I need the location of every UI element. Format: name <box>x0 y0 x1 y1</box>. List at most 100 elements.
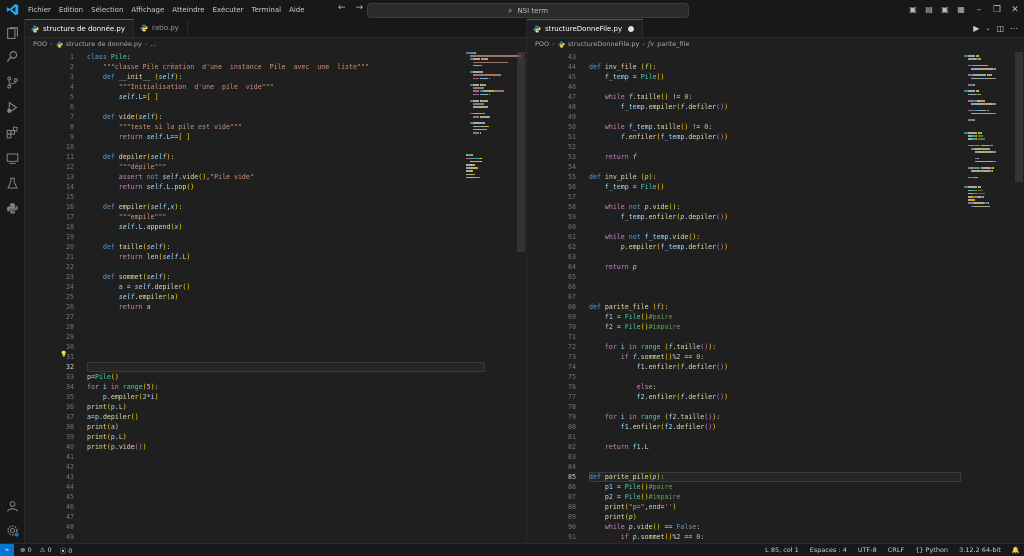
toggle-panel-icon[interactable]: ▤ <box>922 5 936 15</box>
line-code: while f.taille() != 0: <box>589 92 692 102</box>
vscode-logo-icon <box>5 3 19 17</box>
run-python-file-icon[interactable]: ▶ <box>973 24 979 33</box>
status-right-item-4[interactable]: {} Python <box>915 546 948 554</box>
python-icon[interactable] <box>0 197 24 219</box>
command-center-search[interactable]: ⌕ NSI term <box>367 3 689 18</box>
line-code: """Initialisation d'une pile vide""" <box>87 82 274 92</box>
minimap-token <box>484 122 485 124</box>
breadcrumb-item[interactable]: structure de donnée.py <box>66 40 142 48</box>
minimize-icon[interactable]: – <box>970 5 988 15</box>
testing-icon[interactable] <box>0 172 24 194</box>
manage-gear-icon[interactable] <box>0 519 24 541</box>
explorer-icon[interactable] <box>0 22 24 44</box>
line-code: print(p.L) <box>87 402 127 412</box>
code-token: : <box>716 413 721 421</box>
menu-item-4[interactable]: Atteindre <box>168 6 208 14</box>
breadcrumb-item[interactable]: ... <box>151 40 157 48</box>
menu-item-5[interactable]: Exécuter <box>209 6 248 14</box>
status-left-item-2[interactable]: ⦿ 0 <box>60 545 73 555</box>
status-right-item-0[interactable]: L 85, col 1 <box>765 546 799 554</box>
remote-indicator-icon[interactable]: ⌁ <box>0 544 14 556</box>
search-view-icon[interactable] <box>0 45 24 67</box>
line-number: 71 <box>568 333 576 341</box>
run-and-debug-icon[interactable] <box>0 96 24 118</box>
menu-item-1[interactable]: Edition <box>55 6 87 14</box>
menu-item-6[interactable]: Terminal <box>247 6 285 14</box>
forward-arrow-icon[interactable]: → <box>356 3 364 13</box>
extensions-icon[interactable] <box>0 121 24 143</box>
minimap-token <box>981 132 983 134</box>
run-options-chevron-icon[interactable]: ⌄ <box>985 25 990 32</box>
code-token: f_temp <box>620 103 645 111</box>
minimap-token <box>473 74 502 76</box>
code-token: () <box>704 423 713 431</box>
toggle-secondary-sidebar-icon[interactable]: ▣ <box>938 5 952 15</box>
status-left-item-1[interactable]: ⚠ 0 <box>40 546 52 554</box>
code-token: = <box>628 73 641 81</box>
code-editor-left[interactable]: 1 class Pile: 2 """classe Pile création d'… <box>25 52 485 543</box>
code-token: "Pile vide" <box>210 173 254 181</box>
code-token: : <box>700 533 705 541</box>
menu-item-2[interactable]: Sélection <box>87 6 127 14</box>
status-right-item-3[interactable]: CRLF <box>888 546 904 554</box>
line-number: 11 <box>66 153 74 161</box>
status-right-item-2[interactable]: UTF-8 <box>858 546 877 554</box>
accounts-icon[interactable] <box>0 495 24 517</box>
scrollbar-left[interactable] <box>517 52 525 252</box>
status-right-item-1[interactable]: Espaces : 4 <box>810 546 847 554</box>
customize-layout-icon[interactable]: ▦ <box>954 5 968 15</box>
line-number: 82 <box>568 443 576 451</box>
tab-left-1[interactable]: ratio.py <box>134 19 188 37</box>
close-icon[interactable]: ✕ <box>1006 5 1024 15</box>
breadcrumb-item[interactable]: POO <box>535 40 549 48</box>
code-editor-right[interactable]: 43 44 def inv_file (f): 45 f_temp = Pile() 4… <box>527 52 961 543</box>
tab-left-0[interactable]: structure de donnée.py <box>25 19 134 37</box>
remote-explorer-icon[interactable] <box>0 147 24 169</box>
breadcrumb-item[interactable]: POO <box>33 40 47 48</box>
lightbulb-icon[interactable]: 💡 <box>60 351 67 358</box>
code-token: p1 <box>604 483 613 491</box>
code-token: in <box>624 343 641 351</box>
code-token: empiler <box>118 203 147 211</box>
code-token: def <box>102 153 119 161</box>
line-code: if f.sommet()%2 == 0: <box>589 352 705 362</box>
minimap-token <box>977 189 983 192</box>
breadcrumb-left: POO › structure de donnée.py ›... <box>25 38 157 50</box>
breadcrumb-item[interactable]: parite_file <box>657 40 689 48</box>
tab-right-0[interactable]: structureDonneFile.py <box>527 19 644 37</box>
minimap-token <box>487 125 490 128</box>
code-token: () <box>716 103 725 111</box>
python-file-icon <box>31 25 39 32</box>
line-number: 68 <box>568 303 576 311</box>
restore-icon[interactable]: ❐ <box>988 5 1006 15</box>
line-number: 77 <box>568 393 576 401</box>
breadcrumb-separator-icon: › <box>144 40 148 48</box>
breadcrumb-item[interactable]: structureDonneFile.py <box>568 40 640 48</box>
code-token: sommet <box>118 273 143 281</box>
status-left-item-0[interactable]: ⊗ 0 <box>20 546 32 554</box>
split-editor-icon[interactable]: ◫ <box>996 24 1004 33</box>
unsaved-dot-icon[interactable] <box>628 25 635 32</box>
scrollbar-right[interactable] <box>1015 52 1023 182</box>
menu-item-3[interactable]: Affichage <box>127 6 168 14</box>
line-code: print(p.L) <box>87 432 127 442</box>
back-arrow-icon[interactable]: ← <box>338 3 346 13</box>
notifications-bell-icon[interactable]: 🔔 <box>1012 546 1020 554</box>
menu-item-0[interactable]: Fichier <box>24 6 55 14</box>
toggle-primary-sidebar-icon[interactable]: ▣ <box>906 5 920 15</box>
code-token: () <box>656 183 665 191</box>
code-token: File <box>624 313 641 321</box>
line-code: else: <box>589 382 657 392</box>
line-number: 46 <box>568 83 576 91</box>
more-actions-icon[interactable]: ⋯ <box>1010 24 1018 33</box>
code-token: print <box>604 503 625 511</box>
line-number: 88 <box>568 503 576 511</box>
status-right-item-5[interactable]: 3.12.2 64-bit <box>959 546 1001 554</box>
code-token: ) <box>712 423 717 431</box>
menu-item-7[interactable]: Aide <box>285 6 308 14</box>
source-control-icon[interactable] <box>0 71 24 93</box>
code-token: ) <box>724 393 729 401</box>
